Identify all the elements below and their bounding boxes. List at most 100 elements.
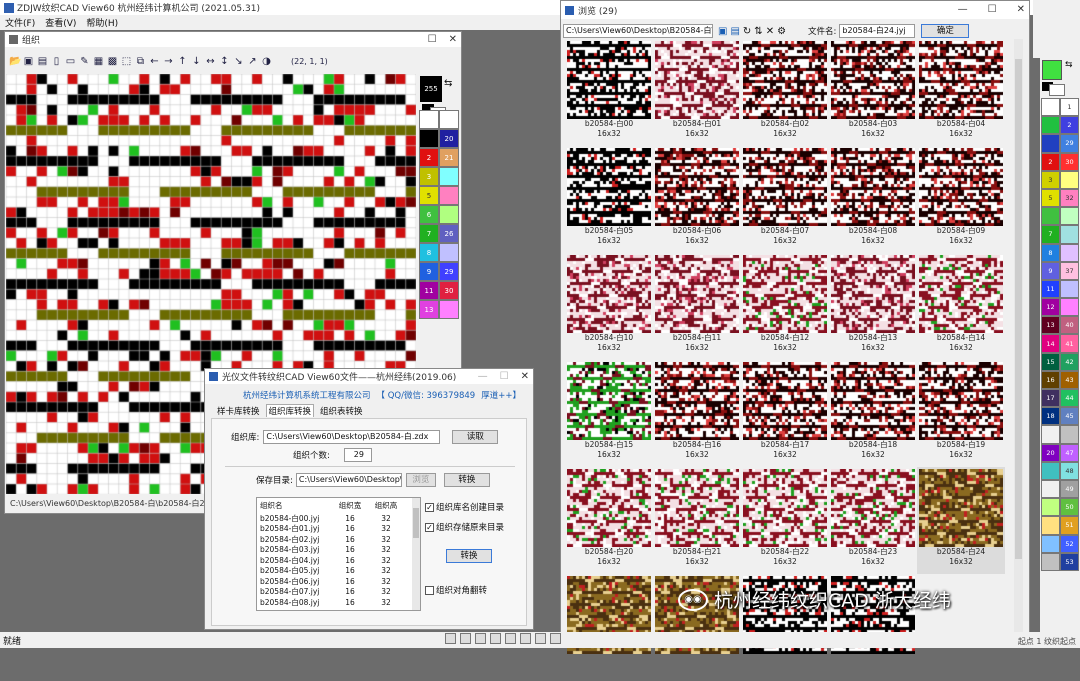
arrow-lr-icon[interactable]: ↔ bbox=[205, 56, 216, 67]
palette-swatch[interactable] bbox=[1060, 279, 1079, 299]
sort-icon[interactable]: ⇅ bbox=[754, 26, 762, 37]
palette-swatch[interactable] bbox=[1060, 225, 1079, 244]
palette-swatch[interactable]: 6 bbox=[419, 205, 439, 224]
palette-swatch[interactable] bbox=[1041, 425, 1060, 444]
palette-swatch[interactable] bbox=[1041, 498, 1060, 517]
palette-swatch[interactable] bbox=[439, 186, 459, 205]
palette-swatch[interactable]: 3 bbox=[419, 167, 439, 186]
browse-path-input[interactable]: C:\Users\View60\Desktop\B20584-白\ bbox=[563, 24, 713, 38]
palette-swatch[interactable]: 15 bbox=[1041, 352, 1060, 371]
list-item[interactable]: b20584-白02.jyj 16 32 bbox=[257, 535, 420, 546]
palette-swatch[interactable] bbox=[1041, 552, 1060, 571]
save-icon[interactable]: ▤ bbox=[37, 56, 48, 67]
palette-swatch[interactable] bbox=[439, 110, 459, 129]
palette-swatch[interactable]: 13 bbox=[1041, 316, 1060, 335]
thumbnail-item[interactable]: b20584-白15 16x32 bbox=[565, 360, 653, 467]
palette-swatch[interactable]: 30 bbox=[1060, 152, 1079, 171]
weave-list[interactable]: 组织名 组织宽 组织高 b20584-白00.jyj 16 32 b20584-白01… bbox=[256, 497, 421, 611]
diag-up-icon[interactable]: ↗ bbox=[247, 56, 258, 67]
palette-swatch[interactable]: 7 bbox=[1041, 225, 1060, 244]
tool-icon-1[interactable] bbox=[445, 633, 456, 644]
color-value-box[interactable]: 255 bbox=[420, 76, 442, 102]
palette-swatch[interactable] bbox=[439, 167, 459, 186]
dialog-minimize-button[interactable]: — bbox=[478, 369, 488, 384]
convert-button[interactable]: 转换 bbox=[443, 473, 490, 487]
thumbnail-item[interactable]: b20584-白01 16x32 bbox=[653, 39, 741, 146]
palette-swatch[interactable] bbox=[1041, 516, 1060, 535]
palette-swatch[interactable]: 32 bbox=[1060, 188, 1079, 208]
thumbnail-item[interactable]: b20584-白20 16x32 bbox=[565, 467, 653, 574]
checkbox-keep-dir[interactable]: ✓ bbox=[425, 522, 434, 532]
palette-swatch[interactable]: 44 bbox=[1060, 389, 1079, 408]
palette-swatch[interactable]: 9 bbox=[419, 262, 439, 281]
thumbnail-item[interactable]: b20584-白14 16x32 bbox=[917, 253, 1005, 360]
grid-fill-icon[interactable]: ▩ bbox=[107, 56, 118, 67]
palette-swatch[interactable]: 51 bbox=[1060, 516, 1079, 535]
list-item[interactable]: b20584-白04.jyj 16 32 bbox=[257, 556, 420, 567]
list-item[interactable]: b20584-白01.jyj 16 32 bbox=[257, 524, 420, 535]
refresh-icon[interactable]: ↻ bbox=[743, 26, 751, 37]
invert-icon[interactable]: ◑ bbox=[261, 56, 272, 67]
rp-fg-swatch[interactable] bbox=[1042, 60, 1062, 80]
palette-swatch[interactable]: 2 bbox=[1041, 152, 1060, 171]
tool-icon-4[interactable] bbox=[490, 633, 501, 644]
tool-icon-6[interactable] bbox=[520, 633, 531, 644]
open-folder-icon[interactable]: ▣ bbox=[718, 26, 727, 37]
thumbnail-item[interactable]: b20584-白06 16x32 bbox=[653, 146, 741, 253]
thumbnail-item[interactable]: b20584-白03 16x32 bbox=[829, 39, 917, 146]
thumbnail-item[interactable]: b20584-白05 16x32 bbox=[565, 146, 653, 253]
palette-swatch[interactable]: 42 bbox=[1060, 352, 1079, 371]
palette-swatch[interactable] bbox=[1060, 243, 1079, 262]
convert-button-2[interactable]: 转换 bbox=[446, 549, 492, 563]
palette-swatch[interactable]: 17 bbox=[1041, 389, 1060, 408]
palette-swatch[interactable]: 47 bbox=[1060, 443, 1079, 462]
thumbnail-item[interactable]: b20584-白07 16x32 bbox=[741, 146, 829, 253]
palette-swatch[interactable]: 8 bbox=[419, 243, 439, 262]
palette-swatch[interactable]: 26 bbox=[439, 224, 459, 243]
palette-swatch[interactable]: 14 bbox=[1041, 334, 1060, 353]
lib-path-input[interactable]: C:\Users\View60\Desktop\B20584-白.zdx bbox=[263, 430, 441, 444]
checkbox-create-dir[interactable]: ✓ bbox=[425, 502, 434, 512]
thumbnail-item[interactable]: b20584-白18 16x32 bbox=[829, 360, 917, 467]
tab-weave-table[interactable]: 组织表转换 bbox=[320, 405, 363, 417]
thumbnail-item[interactable]: b20584-白19 16x32 bbox=[917, 360, 1005, 467]
browse-minimize-button[interactable]: — bbox=[958, 1, 968, 19]
thumbnail-item[interactable]: b20584-白11 16x32 bbox=[653, 253, 741, 360]
palette-swatch[interactable] bbox=[1041, 98, 1060, 117]
ok-button[interactable]: 确定 bbox=[921, 24, 970, 38]
palette-swatch[interactable]: 16 bbox=[1041, 370, 1060, 389]
save-path-input[interactable]: C:\Users\View60\Desktop\ bbox=[295, 473, 402, 487]
palette-swatch[interactable]: 50 bbox=[1060, 498, 1079, 517]
list-item[interactable]: b20584-白05.jyj 16 32 bbox=[257, 566, 420, 577]
tab-card-lib[interactable]: 样卡库转换 bbox=[217, 405, 260, 417]
select-icon[interactable]: ⬚ bbox=[121, 56, 132, 67]
swap-icon[interactable]: ⇆ bbox=[444, 78, 452, 89]
browse-close-button[interactable]: ✕ bbox=[1017, 1, 1025, 19]
page-icon[interactable]: ▭ bbox=[65, 56, 76, 67]
tool-icon-3[interactable] bbox=[475, 633, 486, 644]
palette-swatch[interactable]: 40 bbox=[1060, 316, 1079, 335]
palette-swatch[interactable] bbox=[1041, 116, 1060, 135]
thumbnail-item[interactable]: b20584-白04 16x32 bbox=[917, 39, 1005, 146]
list-item[interactable]: b20584-白00.jyj 16 32 bbox=[257, 514, 420, 525]
list-item[interactable]: b20584-白06.jyj 16 32 bbox=[257, 577, 420, 588]
browse-button[interactable]: 浏览 bbox=[405, 473, 436, 487]
palette-swatch[interactable]: 2 bbox=[1060, 116, 1079, 135]
palette-swatch[interactable]: 5 bbox=[419, 186, 439, 205]
tool-icon-8[interactable] bbox=[550, 633, 561, 644]
read-button[interactable]: 读取 bbox=[452, 430, 499, 444]
palette-swatch[interactable] bbox=[1041, 479, 1060, 499]
palette-swatch[interactable]: 13 bbox=[419, 300, 439, 319]
folder-icon[interactable]: ▤ bbox=[730, 26, 739, 37]
palette-swatch[interactable]: 41 bbox=[1060, 334, 1079, 353]
settings-icon[interactable]: ⚙ bbox=[777, 26, 786, 37]
palette-swatch[interactable]: 21 bbox=[439, 148, 459, 167]
edit-icon[interactable]: ✎ bbox=[79, 56, 90, 67]
palette-swatch[interactable]: 18 bbox=[1041, 407, 1060, 426]
thumbnail-item[interactable]: b20584-白16 16x32 bbox=[653, 360, 741, 467]
thumbnail-item[interactable]: b20584-白24 16x32 bbox=[917, 467, 1005, 574]
rp-bg-swatch[interactable] bbox=[1049, 84, 1065, 96]
palette-swatch[interactable] bbox=[1041, 534, 1060, 553]
palette-swatch[interactable]: 11 bbox=[1041, 279, 1060, 299]
dialog-close-button[interactable]: ✕ bbox=[521, 369, 529, 384]
